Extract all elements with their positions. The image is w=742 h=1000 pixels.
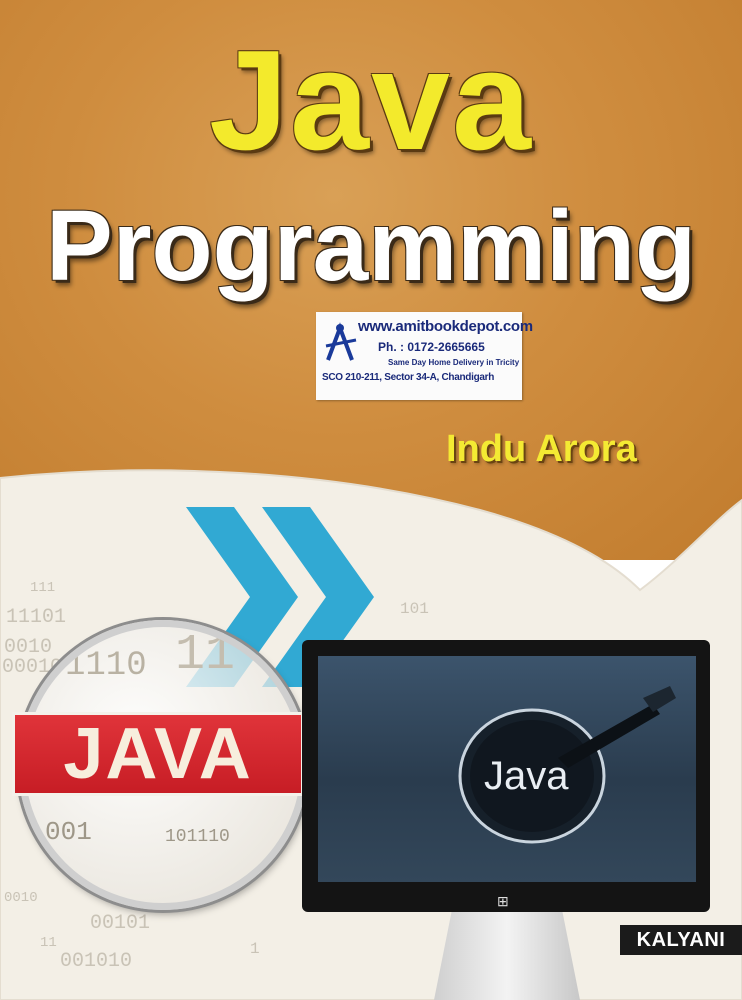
bookstore-logo-icon <box>325 322 357 361</box>
binary-texture: 101 <box>400 600 429 618</box>
binary-texture: 00101 <box>90 912 151 935</box>
binary-texture: 1 <box>250 940 260 958</box>
binary-texture: 0010 <box>4 890 38 906</box>
windows-logo-icon: ⊞ <box>497 893 509 909</box>
publisher-label: KALYANI <box>620 925 742 955</box>
bookstore-sticker: www.amitbookdepot.com Ph. : 0172-2665665… <box>316 312 533 400</box>
sticker-address: SCO 210-211, Sector 34-A, Chandigarh <box>322 372 495 383</box>
title-line-1: Java <box>209 21 533 180</box>
author-name: Indu Arora <box>446 428 637 470</box>
binary-texture: 11 <box>175 627 236 684</box>
title-line-2: Programming <box>45 190 697 302</box>
binary-texture: 001 <box>45 817 92 847</box>
monitor-stand <box>434 912 580 1000</box>
screen-java-label: Java <box>484 754 569 798</box>
sticker-phone: Ph. : 0172-2665665 <box>378 340 485 354</box>
book-cover: 11101 0010 00010 111 101 00101 001010 00… <box>0 0 742 1000</box>
binary-texture: 11101 <box>6 606 67 629</box>
binary-texture: 101110 <box>165 827 230 847</box>
binary-texture: 001010 <box>60 950 133 973</box>
binary-texture: 111 <box>30 580 56 596</box>
binary-texture: 11 <box>40 935 57 951</box>
sticker-website: www.amitbookdepot.com <box>358 318 533 335</box>
sticker-delivery: Same Day Home Delivery in Tricity <box>388 358 520 367</box>
java-banner-label: JAVA <box>63 714 253 794</box>
binary-texture: 1110 <box>65 647 147 685</box>
